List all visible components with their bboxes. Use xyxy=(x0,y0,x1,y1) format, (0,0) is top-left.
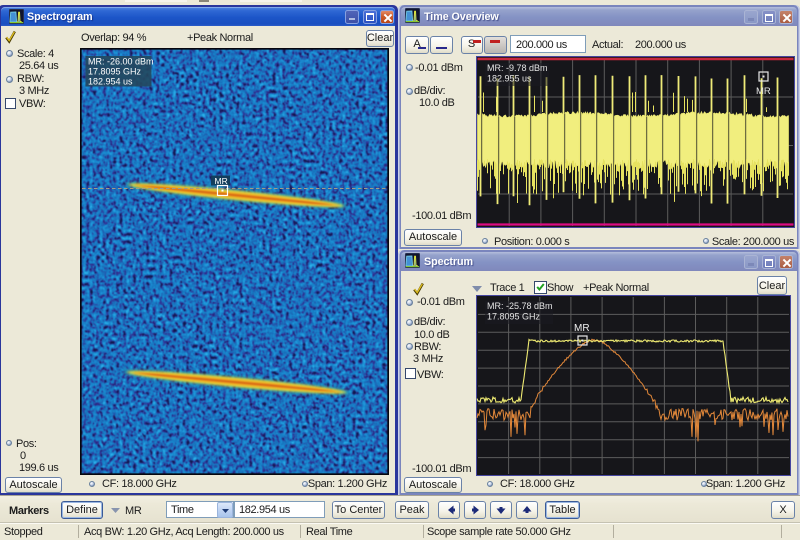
svg-text:MR: MR xyxy=(756,86,771,97)
svg-text:182.954 us: 182.954 us xyxy=(88,77,133,87)
svg-text:MR: MR xyxy=(574,323,590,334)
svg-text:17.8095 GHz: 17.8095 GHz xyxy=(88,67,142,77)
svg-text:182.955 us: 182.955 us xyxy=(487,74,532,84)
svg-text:17.8095 GHz: 17.8095 GHz xyxy=(487,312,541,322)
svg-text:MR: MR xyxy=(215,176,228,186)
svg-text:MR: -9.78 dBm: MR: -9.78 dBm xyxy=(487,63,548,73)
svg-text:MR: -25.78 dBm: MR: -25.78 dBm xyxy=(487,301,553,311)
svg-text:MR: -26.00 dBm: MR: -26.00 dBm xyxy=(88,57,154,67)
